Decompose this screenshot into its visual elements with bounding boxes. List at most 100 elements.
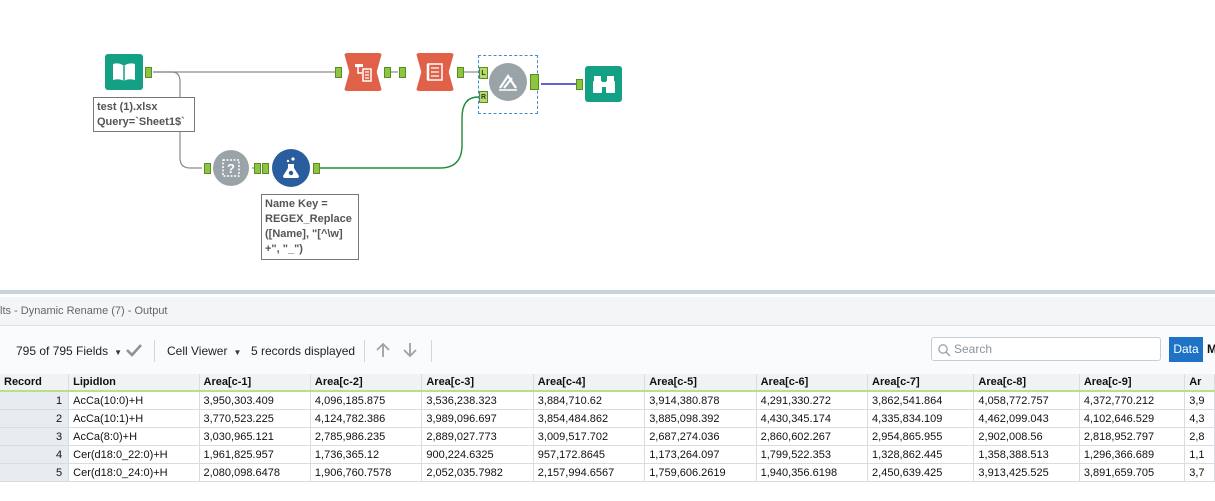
column-header[interactable]: Record [0, 374, 70, 392]
table-cell[interactable]: 2,902,008.56 [973, 427, 1080, 446]
table-cell[interactable]: Cer(d18:0_24:0)+H [68, 463, 200, 482]
column-header[interactable]: Area[c-2] [310, 374, 423, 392]
record-number-cell[interactable]: 2 [0, 409, 70, 428]
table-cell[interactable]: 3,9 [1184, 391, 1215, 410]
table-cell[interactable]: 1,328,862.445 [867, 445, 975, 464]
table-cell[interactable]: 3,885,098.392 [644, 409, 757, 428]
browse-input-anchor[interactable] [576, 79, 583, 90]
metadata-view-button[interactable]: M [1207, 337, 1215, 362]
table-cell[interactable]: 1,961,825.957 [199, 445, 311, 464]
search-box[interactable] [931, 337, 1161, 361]
checkmark-button[interactable] [124, 340, 144, 364]
column-header[interactable]: Area[c-8] [973, 374, 1080, 392]
table-cell[interactable]: 1,906,760.7578 [310, 463, 423, 482]
table-cell[interactable]: 2,818,952.797 [1079, 427, 1186, 446]
table-cell[interactable]: AcCa(8:0)+H [68, 427, 200, 446]
table-cell[interactable]: AcCa(10:0)+H [68, 391, 200, 410]
select-input-anchor[interactable] [399, 67, 406, 78]
browse-tool[interactable] [585, 66, 622, 102]
table-row[interactable]: 5 Cer(d18:0_24:0)+H 2,080,098.6478 1,906,76… [0, 463, 1215, 482]
results-grid-container[interactable]: Record LipidIon Area[c-1] Area[c-2] Area… [0, 374, 1215, 484]
table-row[interactable]: 1 AcCa(10:0)+H 3,950,303.409 4,096,185.875 3… [0, 391, 1215, 410]
table-cell[interactable]: 3,862,541.864 [867, 391, 975, 410]
table-cell[interactable]: 3,884,710.62 [533, 391, 646, 410]
test-output-anchor[interactable] [254, 163, 261, 174]
table-cell[interactable]: AcCa(10:1)+H [68, 409, 200, 428]
select-output-anchor[interactable] [457, 67, 464, 78]
table-cell[interactable]: 2,157,994.6567 [533, 463, 646, 482]
table-cell[interactable]: 1,940,356.6198 [756, 463, 869, 482]
join-left-anchor[interactable]: L [479, 67, 488, 79]
record-number-cell[interactable]: 5 [0, 463, 70, 482]
dynamic-rename-tool[interactable] [344, 53, 382, 91]
search-input[interactable] [954, 340, 1154, 358]
table-cell[interactable]: 3,989,096.697 [421, 409, 534, 428]
column-header[interactable]: Area[c-4] [533, 374, 646, 392]
input-data-tool[interactable] [105, 54, 143, 90]
table-cell[interactable]: 3,536,238.323 [421, 391, 534, 410]
column-header[interactable]: Area[c-5] [644, 374, 757, 392]
table-cell[interactable]: 2,8 [1184, 427, 1215, 446]
table-cell[interactable]: 4,096,185.875 [310, 391, 423, 410]
table-cell[interactable]: 4,462,099.043 [973, 409, 1080, 428]
table-cell[interactable]: 3,913,425.525 [973, 463, 1080, 482]
table-cell[interactable]: 3,009,517.702 [533, 427, 646, 446]
table-cell[interactable]: 2,052,035.7982 [421, 463, 534, 482]
dynamic-select-tool[interactable] [416, 53, 454, 91]
table-cell[interactable]: 1,759,606.2619 [644, 463, 757, 482]
record-number-cell[interactable]: 1 [0, 391, 70, 410]
table-cell[interactable]: 1,799,522.353 [756, 445, 869, 464]
table-cell[interactable]: 1,736,365.12 [310, 445, 423, 464]
table-cell[interactable]: 3,030,965.121 [199, 427, 311, 446]
table-cell[interactable]: 900,224.6325 [421, 445, 534, 464]
table-cell[interactable]: 957,172.8645 [533, 445, 646, 464]
table-cell[interactable]: Cer(d18:0_22:0)+H [68, 445, 200, 464]
workflow-canvas[interactable]: test (1).xlsx Query=`Sheet1$` L R ? Name… [0, 0, 1215, 290]
column-header[interactable]: Area[c-6] [756, 374, 869, 392]
table-row[interactable]: 2 AcCa(10:1)+H 3,770,523.225 4,124,782.386 3… [0, 409, 1215, 428]
data-view-button[interactable]: Data [1169, 337, 1203, 362]
table-cell[interactable]: 4,291,330.272 [756, 391, 869, 410]
test-input-anchor[interactable] [204, 163, 211, 174]
table-cell[interactable]: 1,1 [1184, 445, 1215, 464]
table-cell[interactable]: 3,914,380.878 [644, 391, 757, 410]
table-cell[interactable]: 4,335,834.109 [867, 409, 975, 428]
table-cell[interactable]: 1,173,264.097 [644, 445, 757, 464]
column-header[interactable]: Area[c-3] [421, 374, 534, 392]
table-cell[interactable]: 3,854,484.862 [533, 409, 646, 428]
input-output-anchor[interactable] [145, 67, 152, 78]
table-cell[interactable]: 3,7 [1184, 463, 1215, 482]
table-cell[interactable]: 3,770,523.225 [199, 409, 311, 428]
table-cell[interactable]: 4,102,646.529 [1079, 409, 1186, 428]
table-cell[interactable]: 4,058,772.757 [973, 391, 1080, 410]
table-cell[interactable]: 1,296,366.689 [1079, 445, 1186, 464]
test-tool[interactable]: ? [213, 150, 249, 186]
table-cell[interactable]: 2,785,986.235 [310, 427, 423, 446]
scroll-down-button[interactable] [401, 341, 419, 363]
panel-splitter[interactable] [0, 290, 1215, 294]
scroll-up-button[interactable] [374, 341, 392, 363]
join-output-anchor[interactable] [530, 74, 539, 90]
table-cell[interactable]: 4,372,770.212 [1079, 391, 1186, 410]
table-cell[interactable]: 2,889,027.773 [421, 427, 534, 446]
table-cell[interactable]: 2,080,098.6478 [199, 463, 311, 482]
table-row[interactable]: 3 AcCa(8:0)+H 3,030,965.121 2,785,986.235 2,… [0, 427, 1215, 446]
table-cell[interactable]: 1,358,388.513 [973, 445, 1080, 464]
rename-output-anchor[interactable] [384, 67, 391, 78]
table-cell[interactable]: 2,450,639.425 [867, 463, 975, 482]
join-tool[interactable] [489, 63, 527, 101]
column-header[interactable]: Area[c-1] [199, 374, 311, 392]
column-header[interactable]: Ar [1184, 374, 1215, 392]
record-number-cell[interactable]: 3 [0, 427, 70, 446]
rename-input-anchor[interactable] [335, 67, 342, 78]
column-header[interactable]: Area[c-9] [1079, 374, 1186, 392]
cell-viewer-dropdown[interactable]: Cell Viewer ▼ [167, 343, 241, 361]
table-cell[interactable]: 4,430,345.174 [756, 409, 869, 428]
formula-tool[interactable] [272, 149, 310, 187]
table-cell[interactable]: 4,124,782.386 [310, 409, 423, 428]
table-row[interactable]: 4 Cer(d18:0_22:0)+H 1,961,825.957 1,736,365… [0, 445, 1215, 464]
table-cell[interactable]: 3,950,303.409 [199, 391, 311, 410]
formula-input-anchor[interactable] [262, 163, 269, 174]
table-cell[interactable]: 2,954,865.955 [867, 427, 975, 446]
table-cell[interactable]: 4,3 [1184, 409, 1215, 428]
